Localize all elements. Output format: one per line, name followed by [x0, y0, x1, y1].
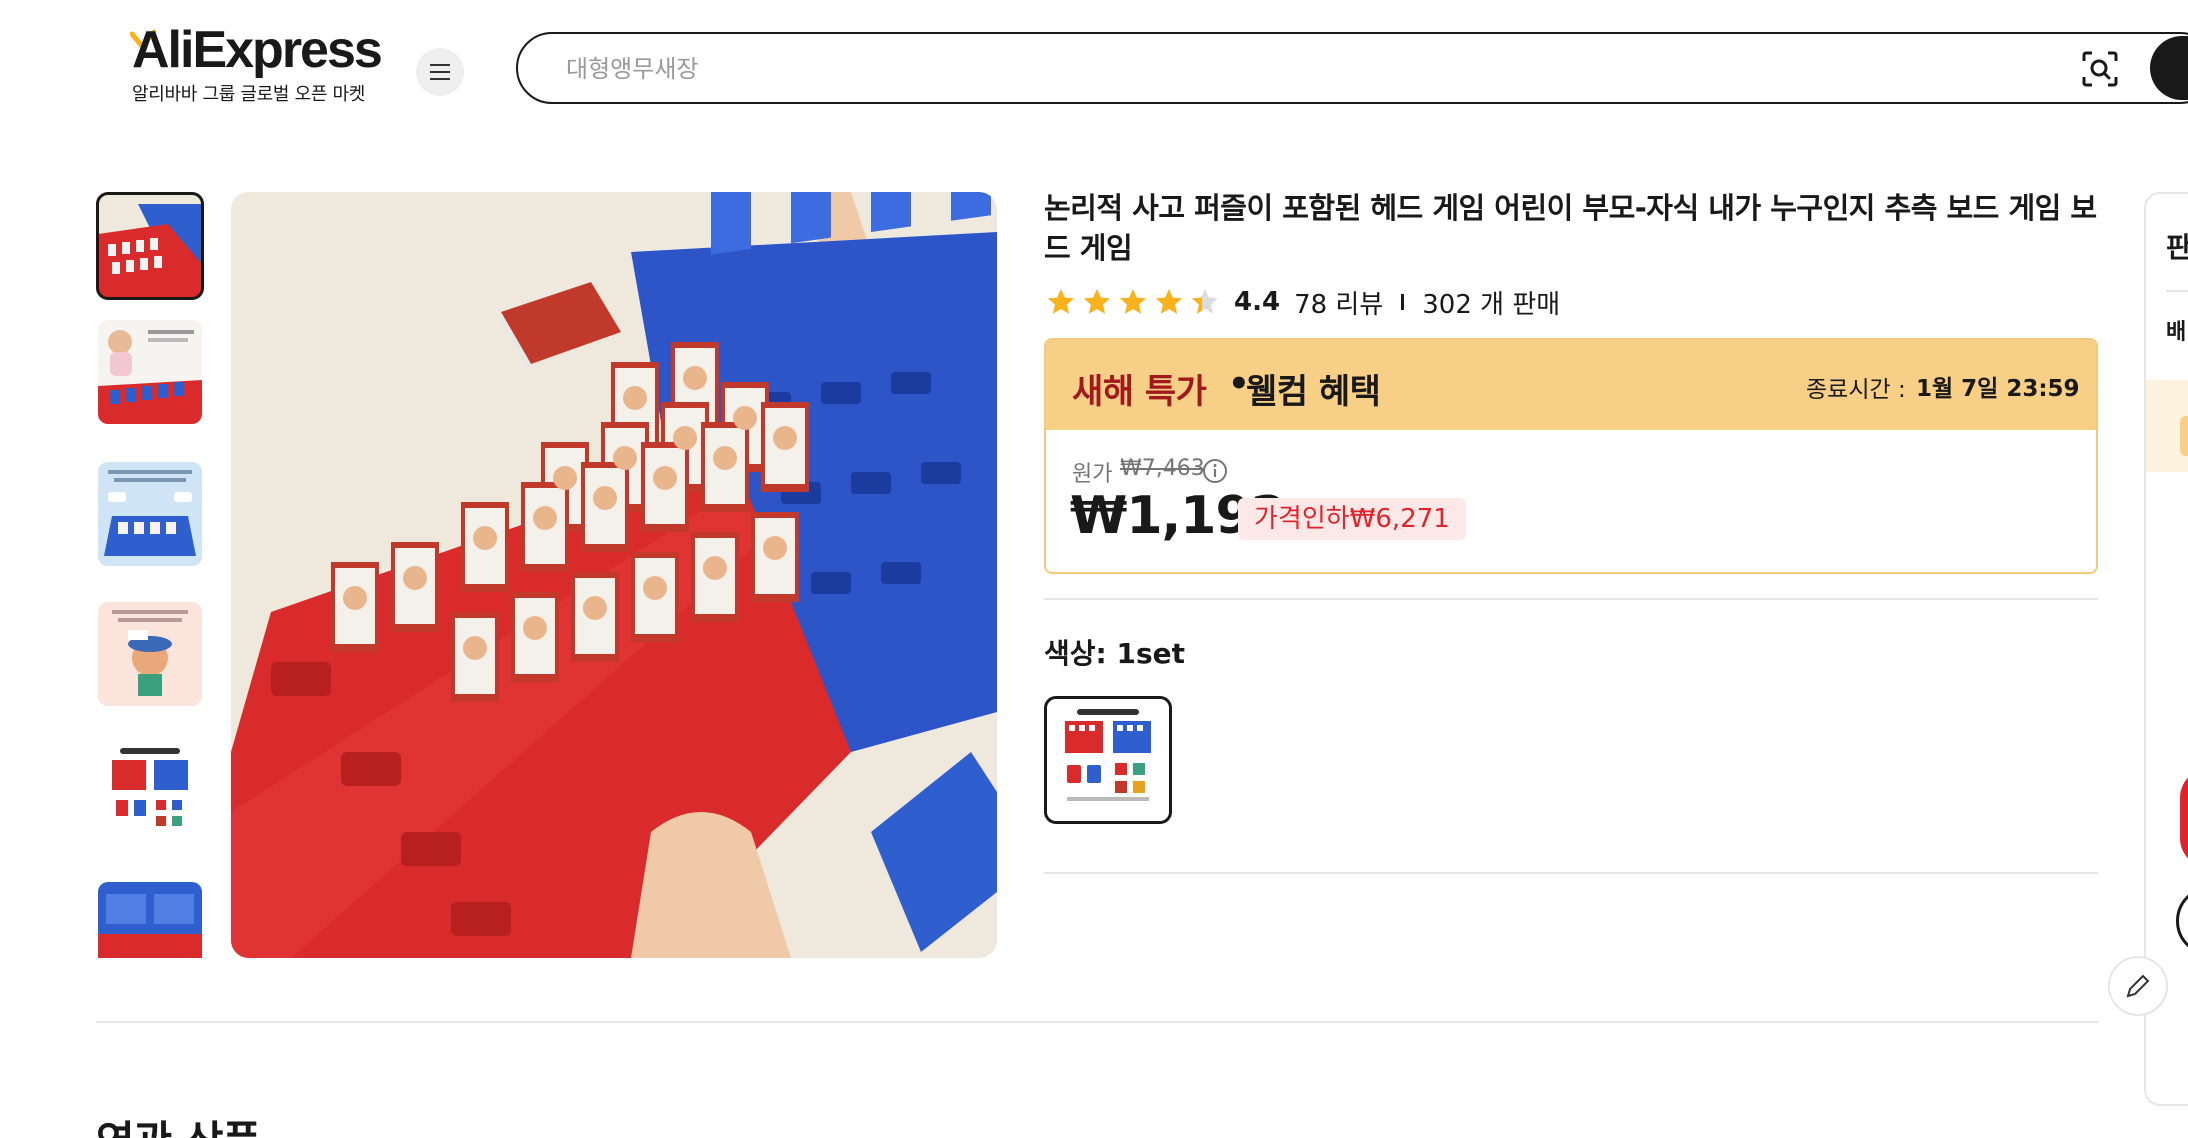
thumbnail-image — [98, 742, 202, 846]
variant-option-1set[interactable] — [1044, 696, 1172, 824]
board-game-photo — [231, 192, 997, 958]
thumbnail-4[interactable] — [98, 602, 202, 706]
edit-icon — [2126, 974, 2150, 998]
sold-count: 302 개 판매 — [1422, 289, 1561, 320]
thumbnail-6[interactable] — [98, 882, 202, 958]
divider — [1044, 872, 2098, 874]
original-price-label: 원가 — [1072, 462, 1113, 487]
search-button[interactable] — [2150, 36, 2188, 100]
reviews-link[interactable]: 78 리뷰 — [1294, 284, 1383, 321]
search-input[interactable] — [566, 52, 1966, 86]
rating-row: 4.4 78 리뷰 302 개 판매 — [1046, 282, 1560, 322]
side-panel-heading: 판 — [2166, 231, 2188, 264]
thumbnail-image — [98, 194, 202, 298]
side-coupon-chip[interactable] — [2180, 416, 2188, 456]
section-divider — [96, 1021, 2098, 1023]
logo-text: AliExpress — [132, 21, 383, 79]
deal-subtitle: 웰컴 혜택 — [1246, 372, 1381, 412]
info-icon[interactable] — [1202, 458, 1228, 484]
discount-badge: 가격인하₩6,271 — [1238, 498, 1466, 540]
logo-subtitle: 알리바바 그룹 글로벌 오픈 마켓 — [132, 84, 366, 105]
original-price: ₩7,463 — [1120, 456, 1205, 481]
thumbnail-image — [98, 602, 202, 706]
separator — [1401, 294, 1405, 310]
thumbnail-image — [98, 882, 202, 958]
thumbnail-1[interactable] — [96, 192, 204, 300]
side-divider — [2166, 290, 2188, 292]
search-bar — [516, 32, 2188, 104]
deal-end-label: 종료시간 : — [1806, 377, 1906, 403]
rating-value: 4.4 — [1234, 287, 1281, 317]
menu-icon — [430, 64, 450, 80]
header: AliExpress 알리바바 그룹 글로벌 오픈 마켓 — [0, 0, 2188, 130]
deal-header: 새해 특가 • 웰컴 혜택 종료시간 : 1월 7일 23:59 — [1046, 340, 2096, 430]
side-panel-label: 배 — [2166, 320, 2187, 345]
thumbnail-image — [98, 320, 202, 424]
thumbnail-3[interactable] — [98, 462, 202, 566]
star-icon — [1084, 289, 1110, 314]
star-icon — [1156, 289, 1182, 314]
color-label: 색상: 1set — [1044, 637, 1185, 670]
menu-button[interactable] — [416, 48, 464, 96]
main-product-image[interactable] — [231, 192, 997, 958]
deal-end-time: 1월 7일 23:59 — [1916, 376, 2080, 402]
thumbnail-list — [96, 192, 206, 958]
related-products-title: 연관 상품 — [96, 1108, 261, 1138]
star-icon — [1048, 289, 1074, 314]
thumbnail-5[interactable] — [98, 742, 202, 846]
deal-box: 새해 특가 • 웰컴 혜택 종료시간 : 1월 7일 23:59 원가 ₩7,4… — [1044, 338, 2098, 574]
camera-search-icon[interactable] — [2080, 49, 2120, 89]
edit-button[interactable] — [2108, 956, 2168, 1016]
star-icon — [1120, 289, 1146, 314]
star-icon — [1192, 289, 1218, 314]
deal-title: 새해 특가 — [1072, 372, 1207, 412]
divider — [1044, 598, 2098, 600]
thumbnail-image — [98, 462, 202, 566]
thumbnail-2[interactable] — [98, 320, 202, 424]
product-title: 논리적 사고 퍼즐이 포함된 헤드 게임 어린이 부모-자식 내가 누구인지 추… — [1044, 191, 2097, 265]
aliexpress-logo[interactable]: AliExpress 알리바바 그룹 글로벌 오픈 마켓 — [130, 20, 383, 110]
variant-image — [1053, 705, 1163, 815]
rating-stars — [1046, 287, 1220, 317]
